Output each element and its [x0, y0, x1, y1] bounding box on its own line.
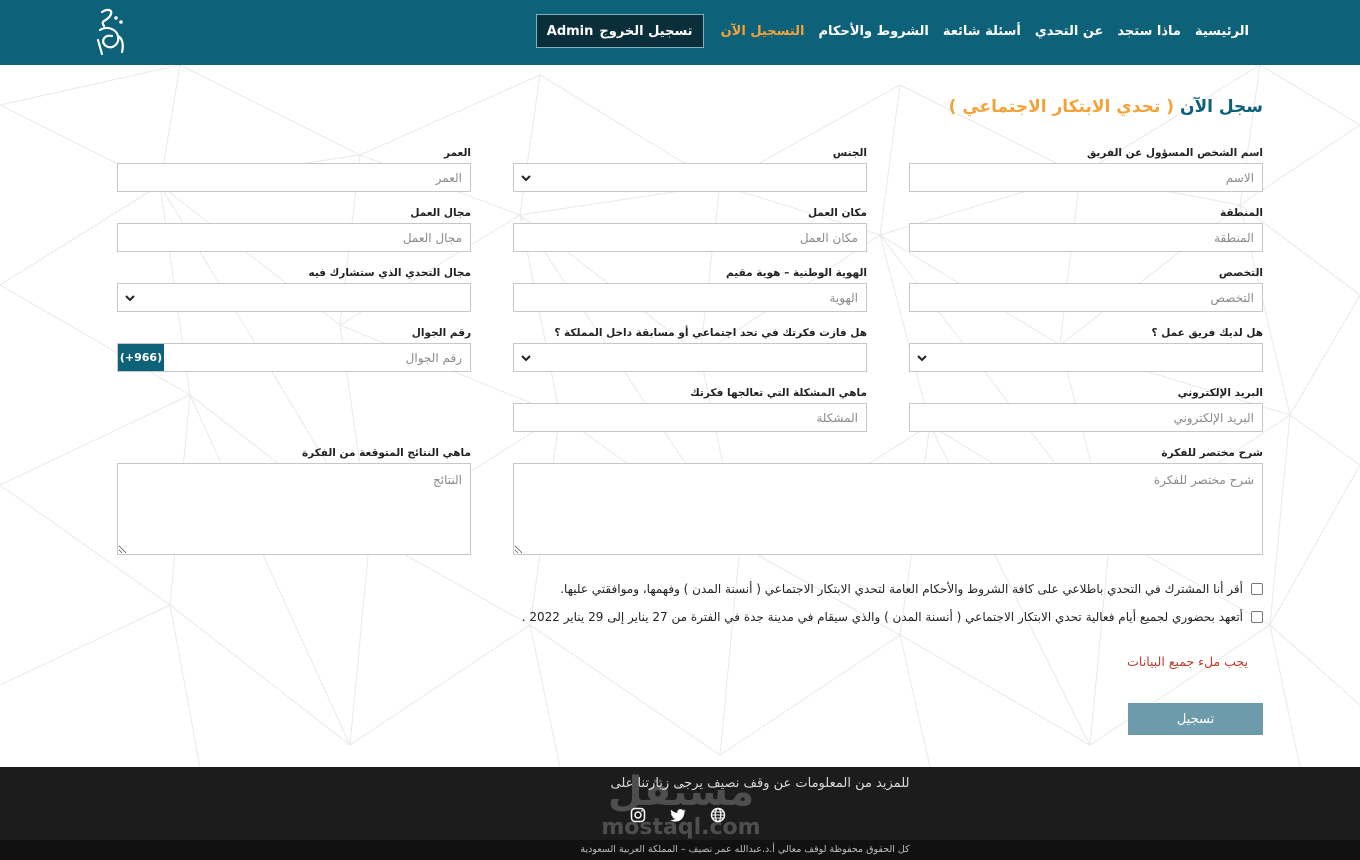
page-title: سجل الآن ( تحدي الابتكار الاجتماعي ): [949, 97, 1263, 117]
email-input[interactable]: [909, 403, 1263, 432]
consent-terms-text: أقر أنا المشترك في التحدي باطلاعي على كا…: [560, 582, 1243, 596]
problem-field-group: ماهي المشكلة التي تعالجها فكرتك: [513, 385, 867, 432]
won-before-select[interactable]: [513, 343, 867, 372]
region-field-group: المنطقة: [909, 205, 1263, 252]
problem-input[interactable]: [513, 403, 867, 432]
specialty-label: التخصص: [1218, 267, 1263, 279]
workplace-label: مكان العمل: [807, 207, 867, 219]
watermark-logo: مستقل mostaql.com: [596, 767, 766, 847]
idea-label: شرح مختصر للفكرة: [1161, 447, 1263, 459]
footer: للمزيد من المعلومات عن وقف نصيف يرجى زيا…: [0, 767, 1360, 860]
specialty-field-group: التخصص: [909, 265, 1263, 312]
idea-textarea[interactable]: [513, 463, 1263, 555]
won-before-label: هل فازت فكرتك في تحد اجتماعي أو مسابقة د…: [554, 327, 867, 339]
footer-copyright: كل الحقوق محفوظة لوقف معالي أ.د.عبدالله …: [580, 844, 910, 855]
top-navbar: الرئيسية ماذا ستجد عن التحدي أسئلة شائعة…: [0, 0, 1360, 65]
nav-terms[interactable]: الشروط والأحكام: [811, 24, 935, 39]
watermark-english: mostaql.com: [601, 815, 761, 840]
phone-input-group: (+966): [117, 343, 471, 372]
logout-label: تسجيل الخروج: [599, 23, 693, 39]
consent-attend-text: أتعهد بحضوري لجميع أيام فعالية تحدي الاب…: [521, 610, 1243, 624]
phone-country-code: (+966): [118, 344, 164, 371]
has-team-select[interactable]: [909, 343, 1263, 372]
nav-home[interactable]: الرئيسية: [1188, 24, 1256, 39]
challenge-field-label: مجال التحدي الذي ستشارك فيه: [308, 267, 472, 279]
id-input[interactable]: [513, 283, 867, 312]
consent-terms-checkbox[interactable]: [1251, 583, 1263, 595]
workfield-label: مجال العمل: [410, 207, 471, 219]
page-title-accent: ( تحدي الابتكار الاجتماعي ): [948, 97, 1175, 117]
email-label: البريد الإلكتروني: [1177, 387, 1263, 399]
age-label: العمر: [443, 147, 471, 159]
name-field-group: اسم الشخص المسؤول عن الفريق: [909, 145, 1263, 192]
region-label: المنطقة: [1219, 207, 1263, 219]
gender-label: الجنس: [832, 147, 867, 159]
email-field-group: البريد الإلكتروني: [909, 385, 1263, 432]
workplace-input[interactable]: [513, 223, 867, 252]
region-input[interactable]: [909, 223, 1263, 252]
consent-attend-row: أتعهد بحضوري لجميع أيام فعالية تحدي الاب…: [522, 610, 1263, 624]
phone-input[interactable]: [164, 344, 470, 371]
has-team-field-group: هل لديك فريق عمل ؟: [909, 325, 1263, 372]
watermark-arabic: مستقل: [607, 769, 755, 815]
chevron-down-icon: [917, 355, 927, 362]
phone-field-group: رقم الجوال (+966): [117, 325, 471, 372]
chevron-down-icon: [125, 295, 135, 302]
id-field-group: الهوية الوطنية – هوية مقيم: [513, 265, 867, 312]
nav-register-now[interactable]: التسجيل الآن: [714, 24, 812, 39]
gender-select[interactable]: [513, 163, 867, 192]
has-team-label: هل لديك فريق عمل ؟: [1151, 327, 1264, 339]
id-label: الهوية الوطنية – هوية مقيم: [726, 267, 867, 279]
name-label: اسم الشخص المسؤول عن الفريق: [1086, 147, 1263, 159]
site-logo[interactable]: [92, 6, 132, 60]
nav-about-challenge[interactable]: عن التحدي: [1028, 24, 1111, 39]
specialty-input[interactable]: [909, 283, 1263, 312]
results-textarea[interactable]: [117, 463, 471, 555]
problem-label: ماهي المشكلة التي تعالجها فكرتك: [690, 387, 867, 399]
logout-button[interactable]: تسجيل الخروج Admin: [535, 14, 704, 48]
workfield-field-group: مجال العمل: [117, 205, 471, 252]
age-input[interactable]: [117, 163, 471, 192]
workplace-field-group: مكان العمل: [513, 205, 867, 252]
page-title-main: سجل الآن: [1179, 97, 1263, 117]
footer-copyright-bar: كل الحقوق محفوظة لوقف معالي أ.د.عبدالله …: [0, 840, 1360, 860]
won-before-field-group: هل فازت فكرتك في تحد اجتماعي أو مسابقة د…: [513, 325, 867, 372]
workfield-input[interactable]: [117, 223, 471, 252]
phone-label: رقم الجوال: [411, 327, 471, 339]
age-field-group: العمر: [117, 145, 471, 192]
challenge-field-select[interactable]: [117, 283, 471, 312]
gender-field-group: الجنس: [513, 145, 867, 192]
results-label: ماهي النتائج المتوقعة من الفكرة: [301, 447, 471, 459]
consent-terms-row: أقر أنا المشترك في التحدي باطلاعي على كا…: [560, 582, 1263, 596]
form-error-message: يجب ملء جميع البيانات: [1127, 654, 1248, 669]
name-input[interactable]: [909, 163, 1263, 192]
chevron-down-icon: [521, 175, 531, 182]
idea-field-group: شرح مختصر للفكرة: [513, 445, 1263, 559]
registration-page: سجل الآن ( تحدي الابتكار الاجتماعي ) اسم…: [0, 65, 1360, 767]
consent-attend-checkbox[interactable]: [1251, 611, 1263, 623]
nav-faq[interactable]: أسئلة شائعة: [936, 24, 1028, 39]
main-nav: الرئيسية ماذا ستجد عن التحدي أسئلة شائعة…: [535, 14, 1256, 48]
submit-button[interactable]: تسجيل: [1128, 703, 1263, 735]
challenge-field-group: مجال التحدي الذي ستشارك فيه: [117, 265, 471, 312]
user-label: Admin: [546, 23, 594, 39]
chevron-down-icon: [521, 355, 531, 362]
nav-what-you-find[interactable]: ماذا ستجد: [1110, 24, 1188, 39]
results-field-group: ماهي النتائج المتوقعة من الفكرة: [117, 445, 471, 559]
